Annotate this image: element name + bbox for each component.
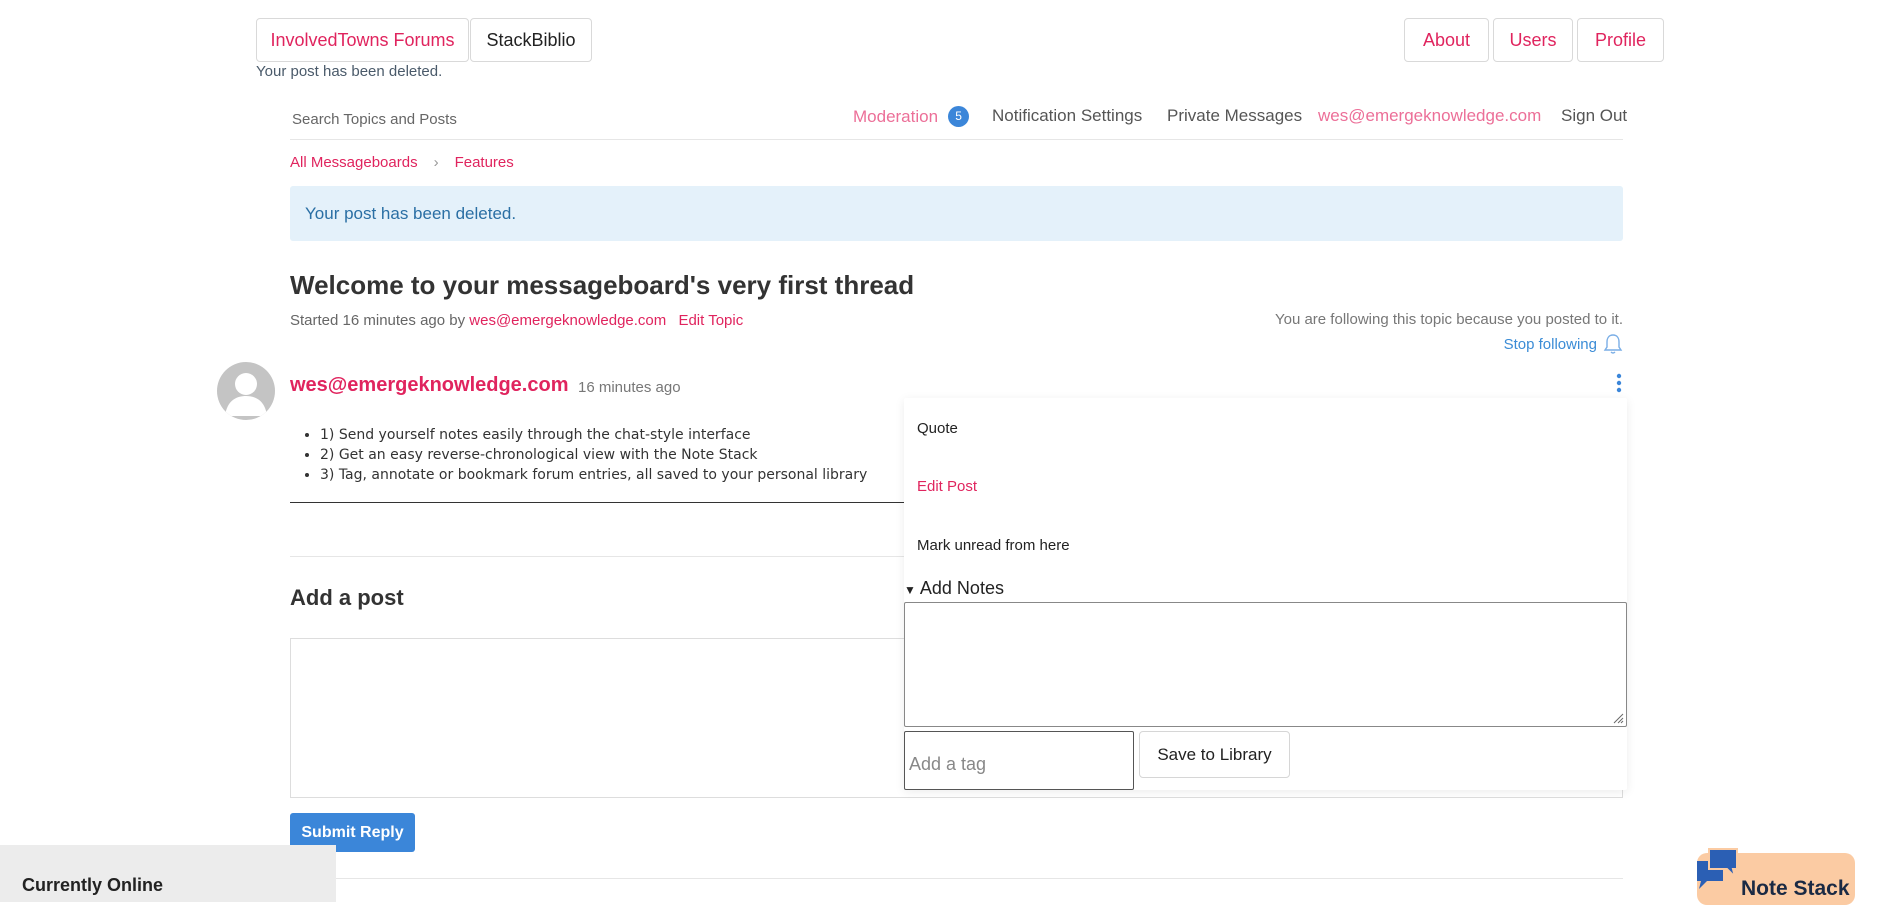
breadcrumb-all-messageboards[interactable]: All Messageboards bbox=[290, 154, 418, 171]
started-prefix: Started 16 minutes ago by bbox=[290, 312, 466, 329]
user-silhouette-icon bbox=[225, 373, 267, 416]
breadcrumb: All Messageboards › Features bbox=[290, 154, 514, 171]
flash-message: Your post has been deleted. bbox=[256, 63, 443, 80]
post-options-menu: Quote Edit Post Mark unread from here ▼ … bbox=[904, 398, 1627, 790]
moderation-label: Moderation bbox=[853, 106, 939, 126]
alert-banner: Your post has been deleted. bbox=[290, 186, 1623, 241]
resize-handle-icon[interactable] bbox=[1612, 712, 1624, 724]
menu-item-quote[interactable]: Quote bbox=[917, 420, 958, 437]
nav-divider bbox=[290, 139, 1623, 140]
breadcrumb-separator-icon: › bbox=[433, 154, 439, 171]
footer-divider bbox=[290, 878, 1623, 879]
topic-meta: Started 16 minutes ago by wes@emergeknow… bbox=[290, 312, 743, 329]
topic-author-link[interactable]: wes@emergeknowledge.com bbox=[469, 312, 666, 329]
list-item: 2) Get an easy reverse-chronological vie… bbox=[320, 445, 867, 465]
post-author-link[interactable]: wes@emergeknowledge.com bbox=[290, 374, 569, 397]
moderation-count-badge: 5 bbox=[948, 106, 970, 127]
note-stack-label: Note Stack bbox=[1741, 877, 1850, 900]
profile-button[interactable]: Profile bbox=[1577, 18, 1664, 62]
notes-textarea[interactable] bbox=[904, 602, 1627, 727]
disclosure-triangle-icon: ▼ bbox=[904, 583, 916, 597]
tab-stackbiblio[interactable]: StackBiblio bbox=[470, 18, 592, 62]
breadcrumb-features[interactable]: Features bbox=[455, 154, 514, 171]
menu-item-mark-unread[interactable]: Mark unread from here bbox=[917, 537, 1070, 554]
user-email-link[interactable]: wes@emergeknowledge.com bbox=[1318, 106, 1541, 126]
search-input[interactable]: Search Topics and Posts bbox=[292, 111, 457, 128]
add-notes-label: Add Notes bbox=[919, 578, 1004, 598]
post-time: 16 minutes ago bbox=[578, 379, 681, 396]
following-note: You are following this topic because you… bbox=[1274, 311, 1623, 328]
tab-involvedtowns-forums[interactable]: InvolvedTowns Forums bbox=[256, 18, 469, 62]
edit-topic-link[interactable]: Edit Topic bbox=[678, 312, 743, 329]
bell-icon bbox=[1603, 334, 1623, 354]
list-item: 3) Tag, annotate or bookmark forum entri… bbox=[320, 465, 867, 485]
page-title: Welcome to your messageboard's very firs… bbox=[290, 270, 915, 300]
post-underline bbox=[290, 502, 910, 503]
menu-item-edit-post[interactable]: Edit Post bbox=[917, 478, 977, 495]
post-menu-kebab-icon[interactable] bbox=[1614, 373, 1624, 395]
chat-bubbles-icon bbox=[1697, 848, 1738, 889]
save-to-library-button[interactable]: Save to Library bbox=[1139, 731, 1290, 778]
notification-settings-link[interactable]: Notification Settings bbox=[992, 106, 1142, 126]
list-item: 1) Send yourself notes easily through th… bbox=[320, 425, 867, 445]
stop-following-button[interactable]: Stop following bbox=[1504, 333, 1623, 355]
about-button[interactable]: About bbox=[1404, 18, 1489, 62]
sign-out-link[interactable]: Sign Out bbox=[1561, 106, 1627, 126]
add-notes-toggle[interactable]: ▼ Add Notes bbox=[904, 578, 1004, 599]
users-button[interactable]: Users bbox=[1493, 18, 1573, 62]
avatar bbox=[217, 362, 275, 420]
note-stack-button[interactable]: Note Stack bbox=[1697, 848, 1855, 905]
tag-input[interactable]: Add a tag bbox=[904, 731, 1134, 790]
private-messages-link[interactable]: Private Messages bbox=[1167, 106, 1302, 126]
post-body: 1) Send yourself notes easily through th… bbox=[290, 425, 867, 485]
add-post-heading: Add a post bbox=[290, 585, 404, 610]
stop-following-label: Stop following bbox=[1503, 335, 1597, 353]
moderation-link[interactable]: Moderation 5 bbox=[853, 106, 970, 127]
currently-online-panel[interactable]: Currently Online bbox=[0, 845, 336, 902]
